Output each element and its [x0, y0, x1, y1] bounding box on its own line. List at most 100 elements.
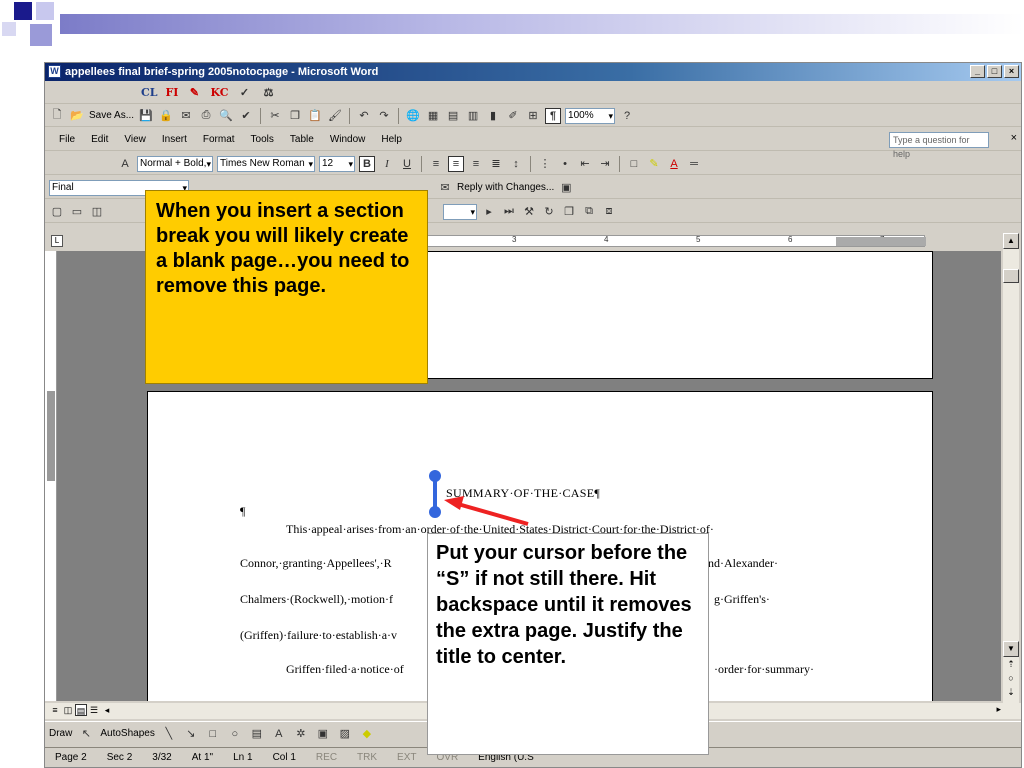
scroll-up-icon[interactable]: ▲ [1003, 233, 1019, 249]
close-document-icon[interactable]: × [1011, 132, 1017, 144]
insert-excel-icon[interactable]: ▥ [465, 108, 481, 124]
diagram-icon[interactable]: ✲ [293, 726, 309, 742]
help-search-input[interactable]: Type a question for help [889, 132, 989, 159]
next-page-icon[interactable]: ⇣ [1003, 685, 1019, 699]
line-spacing-icon[interactable]: ↕ [508, 156, 524, 172]
menu-view[interactable]: View [124, 134, 146, 145]
menu-insert[interactable]: Insert [162, 134, 187, 145]
status-rec[interactable]: REC [306, 752, 347, 763]
oval-icon[interactable]: ○ [227, 726, 243, 742]
previous-page-icon[interactable]: ⇡ [1003, 657, 1019, 671]
line-icon[interactable]: ╲ [161, 726, 177, 742]
menu-file[interactable]: File [59, 134, 75, 145]
minimize-button[interactable]: _ [970, 65, 985, 78]
subdoc-icon[interactable]: ◫ [89, 204, 105, 220]
autoshapes-button[interactable]: AutoShapes [100, 728, 155, 739]
normal-view-icon[interactable]: ≡ [49, 704, 61, 716]
bullets-icon[interactable]: • [557, 156, 573, 172]
scroll-left-icon[interactable]: ◂ [101, 704, 113, 716]
scale-icon[interactable]: ⚖ [261, 85, 277, 101]
update-icon[interactable]: ↻ [541, 204, 557, 220]
help-icon[interactable]: ? [619, 108, 635, 124]
menu-format[interactable]: Format [203, 134, 235, 145]
bold-button[interactable]: B [359, 155, 375, 172]
paste-icon[interactable]: 📋 [307, 108, 323, 124]
status-ext[interactable]: EXT [387, 752, 426, 763]
clipart-icon[interactable]: ▣ [315, 726, 331, 742]
document-map-icon[interactable]: ⊞ [525, 108, 541, 124]
align-right-icon[interactable]: ≡ [468, 156, 484, 172]
show-hide-icon[interactable]: ¶ [545, 107, 562, 124]
copy-icon[interactable]: ❐ [287, 108, 303, 124]
styles-icon[interactable]: A [117, 156, 133, 172]
print-view-icon[interactable]: ▤ [75, 704, 87, 716]
copy-icon[interactable]: ❐ [561, 204, 577, 220]
highlight-icon[interactable]: ✎ [646, 156, 662, 172]
drawing-icon[interactable]: ✐ [505, 108, 521, 124]
menu-table[interactable]: Table [290, 134, 314, 145]
print-icon[interactable]: ⎙ [198, 108, 214, 124]
hyperlink-icon[interactable]: 🌐 [405, 108, 421, 124]
font-color-icon[interactable]: A [666, 156, 682, 172]
merge-icon[interactable]: ⧉ [581, 204, 597, 220]
scroll-right-icon[interactable]: ▸ [996, 704, 1001, 715]
picture-icon[interactable]: ▨ [337, 726, 353, 742]
fi-button[interactable]: FI [166, 86, 179, 99]
wordart-icon[interactable]: A [271, 726, 287, 742]
underline-button[interactable]: U [399, 156, 415, 172]
justify-icon[interactable]: ≣ [488, 156, 504, 172]
level-select[interactable] [443, 203, 477, 220]
textbox-icon[interactable]: ▤ [249, 726, 265, 742]
citation-icon[interactable]: ✓ [237, 85, 253, 101]
format-painter-icon[interactable]: 🖌 [327, 108, 343, 124]
open-folder-icon[interactable]: 📂 [69, 108, 85, 124]
italic-button[interactable]: I [379, 156, 395, 172]
scroll-down-icon[interactable]: ▼ [1003, 641, 1019, 657]
outline-view-icon[interactable]: ☰ [88, 704, 100, 716]
save-icon[interactable]: 💾 [138, 108, 154, 124]
rectangle-icon[interactable]: □ [205, 726, 221, 742]
master-doc-icon[interactable]: ▭ [69, 204, 85, 220]
arrow-icon[interactable]: ↘ [183, 726, 199, 742]
reviewing-pane-icon[interactable]: ▣ [558, 180, 574, 196]
menu-help[interactable]: Help [381, 134, 402, 145]
increase-indent-icon[interactable]: ⇥ [597, 156, 613, 172]
new-document-icon[interactable]: 🗋 [49, 108, 65, 124]
more-options-icon[interactable]: ═ [686, 156, 702, 172]
cut-icon[interactable]: ✂ [267, 108, 283, 124]
spelling-icon[interactable]: ✔ [238, 108, 254, 124]
menu-tools[interactable]: Tools [251, 134, 274, 145]
next-icon[interactable]: ⏭ [501, 204, 517, 220]
columns-icon[interactable]: ▮ [485, 108, 501, 124]
draw-menu-button[interactable]: Draw [49, 728, 72, 739]
close-button[interactable]: × [1004, 65, 1019, 78]
play-icon[interactable]: ▸ [481, 204, 497, 220]
numbering-icon[interactable]: ⋮ [537, 156, 553, 172]
select-objects-icon[interactable]: ↖ [78, 726, 94, 742]
redo-icon[interactable]: ↷ [376, 108, 392, 124]
outline-icon[interactable]: ▢ [49, 204, 65, 220]
align-left-icon[interactable]: ≡ [428, 156, 444, 172]
zoom-select[interactable]: 100% [565, 107, 616, 124]
fill-color-icon[interactable]: ◆ [359, 726, 375, 742]
permission-icon[interactable]: 🔒 [158, 108, 174, 124]
pen-icon[interactable]: ✎ [186, 85, 202, 101]
reply-icon[interactable]: ✉ [437, 180, 453, 196]
split-icon[interactable]: ⧈ [601, 204, 617, 220]
email-icon[interactable]: ✉ [178, 108, 194, 124]
kc-button[interactable]: KC [210, 86, 228, 99]
browse-object-icon[interactable]: ○ [1003, 671, 1019, 685]
align-center-icon[interactable]: ≡ [448, 155, 464, 172]
vertical-scrollbar[interactable]: ▲ ▼ ⇡ ○ ⇣ [1003, 233, 1019, 703]
style-select[interactable]: Normal + Bold, [137, 155, 213, 172]
print-preview-icon[interactable]: 🔍 [218, 108, 234, 124]
tab-selector-icon[interactable]: L [51, 235, 63, 247]
cl-button[interactable]: CL [141, 86, 158, 99]
tables-borders-icon[interactable]: ▦ [425, 108, 441, 124]
insert-table-icon[interactable]: ▤ [445, 108, 461, 124]
maximize-button[interactable]: □ [987, 65, 1002, 78]
web-view-icon[interactable]: ◫ [62, 704, 74, 716]
font-select[interactable]: Times New Roman [217, 155, 315, 172]
border-icon[interactable]: □ [626, 156, 642, 172]
font-size-select[interactable]: 12 [319, 155, 355, 172]
